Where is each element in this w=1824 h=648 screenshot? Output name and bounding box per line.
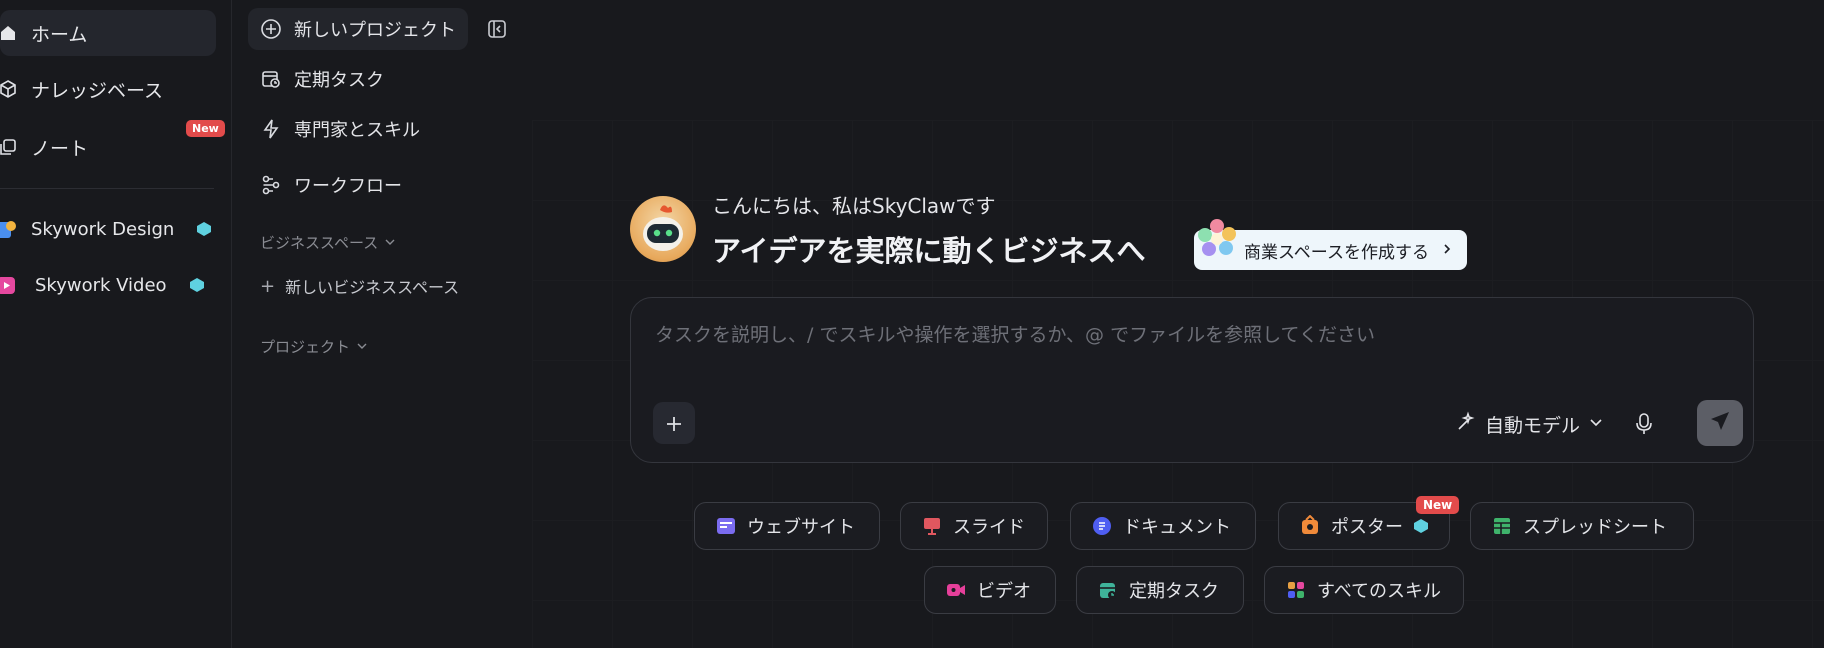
new-business-space-label: 新しいビジネススペース [285, 278, 460, 297]
project-sidebar: 新しいプロジェクト 定期タスク 専門家とスキル ワークフロー ビジネススペース … [232, 0, 532, 648]
projects-section-header[interactable]: プロジェクト [260, 336, 368, 357]
chevron-down-icon [384, 234, 396, 252]
section-title: プロジェクト [260, 338, 351, 356]
website-icon [715, 515, 737, 537]
send-button[interactable] [1697, 400, 1743, 446]
nav-item-notes[interactable]: ノート [0, 124, 216, 170]
nav-item-label: ノート [31, 137, 89, 160]
attach-button[interactable] [653, 402, 695, 444]
collapse-sidebar-icon[interactable] [486, 18, 508, 40]
chip-label: ドキュメント [1123, 517, 1231, 538]
video-icon [945, 579, 967, 601]
nav-item-label: Skywork Video [35, 274, 167, 296]
model-selector[interactable]: 自動モデル [1455, 408, 1604, 440]
chevron-right-icon [1441, 240, 1453, 260]
note-icon [0, 136, 19, 158]
calendar-clock-icon [260, 68, 282, 90]
divider [0, 188, 214, 189]
calendar-clock-icon [1097, 579, 1119, 601]
chip-label: スライド [953, 517, 1025, 538]
chip-document[interactable]: ドキュメント [1070, 502, 1256, 550]
task-composer[interactable]: タスクを説明し、/ でスキルや操作を選択するか、@ でファイルを参照してください… [630, 297, 1754, 463]
slides-icon [921, 515, 943, 537]
magic-wand-icon [1455, 410, 1477, 438]
chip-spreadsheet[interactable]: スプレッドシート [1470, 502, 1694, 550]
nav-scheduled-tasks[interactable]: 定期タスク [248, 58, 396, 100]
nav-workflow[interactable]: ワークフロー [248, 164, 414, 206]
nav-item-knowledge-base[interactable]: ナレッジベース [0, 66, 216, 112]
nav-item-skywork-design[interactable]: Skywork Design [0, 206, 216, 252]
premium-gem-icon [197, 222, 212, 236]
new-project-button[interactable]: 新しいプロジェクト [248, 8, 468, 50]
main-area: こんにちは、私はSkyClawです アイデアを実際に動くビジネスへ 商業スペース… [532, 0, 1824, 648]
workflow-icon [260, 174, 282, 196]
nav-item-label: ナレッジベース [31, 79, 164, 102]
nav-label: 専門家とスキル [294, 120, 420, 141]
send-icon [1709, 410, 1731, 436]
new-badge: New [186, 120, 225, 137]
nav-label: ワークフロー [294, 176, 402, 197]
chevron-down-icon [1588, 413, 1604, 435]
poster-icon [1299, 515, 1321, 537]
chip-website[interactable]: ウェブサイト [694, 502, 880, 550]
document-icon [1091, 515, 1113, 537]
chip-label: すべてのスキル [1317, 581, 1442, 602]
plus-icon: + [260, 275, 276, 297]
plus-icon [665, 407, 683, 440]
nav-item-label: ホーム [31, 23, 88, 46]
chip-label: ポスター [1331, 517, 1403, 538]
plus-circle-icon [260, 18, 282, 40]
microphone-icon[interactable] [1631, 410, 1657, 438]
design-app-icon [0, 218, 19, 240]
chevron-down-icon [356, 338, 368, 356]
chip-label: ビデオ [977, 581, 1031, 602]
nav-item-home[interactable]: ホーム [0, 10, 216, 56]
model-label: 自動モデル [1485, 414, 1581, 437]
lightning-icon [260, 118, 282, 140]
premium-gem-icon [189, 278, 204, 292]
chip-label: 定期タスク [1129, 581, 1219, 602]
composer-placeholder[interactable]: タスクを説明し、/ でスキルや操作を選択するか、@ でファイルを参照してください [655, 320, 1375, 347]
nav-item-skywork-video[interactable]: Skywork Video [0, 262, 216, 308]
premium-gem-icon [1414, 519, 1428, 533]
chip-label: スプレッドシート [1523, 517, 1667, 538]
nav-experts-skills[interactable]: 専門家とスキル [248, 108, 432, 150]
headline: アイデアを実際に動くビジネスへ [712, 234, 1146, 268]
chip-label: ウェブサイト [747, 517, 855, 538]
left-sidebar: ホーム ナレッジベース ノート New Skywork Design Skywo… [0, 0, 232, 648]
all-skills-icon [1285, 579, 1307, 601]
nav-label: 定期タスク [294, 70, 384, 91]
skyclaw-avatar [630, 196, 696, 262]
chip-slides[interactable]: スライド [900, 502, 1048, 550]
new-business-space-button[interactable]: + 新しいビジネススペース [260, 274, 459, 298]
create-business-space-label: 商業スペースを作成する [1244, 242, 1429, 263]
new-project-label: 新しいプロジェクト [294, 20, 456, 41]
section-title: ビジネススペース [260, 234, 379, 252]
chip-all-skills[interactable]: すべてのスキル [1264, 566, 1464, 614]
chip-scheduled-task[interactable]: 定期タスク [1076, 566, 1244, 614]
cube-icon [0, 78, 19, 100]
spreadsheet-icon [1491, 515, 1513, 537]
chip-video[interactable]: ビデオ [924, 566, 1056, 614]
new-badge: New [1416, 496, 1460, 514]
nav-item-label: Skywork Design [31, 218, 175, 240]
video-app-icon [0, 274, 19, 296]
home-icon [0, 22, 19, 44]
greeting-text: こんにちは、私はSkyClawです [712, 194, 996, 218]
business-space-section-header[interactable]: ビジネススペース [260, 232, 396, 253]
flower-icon [1192, 214, 1242, 264]
